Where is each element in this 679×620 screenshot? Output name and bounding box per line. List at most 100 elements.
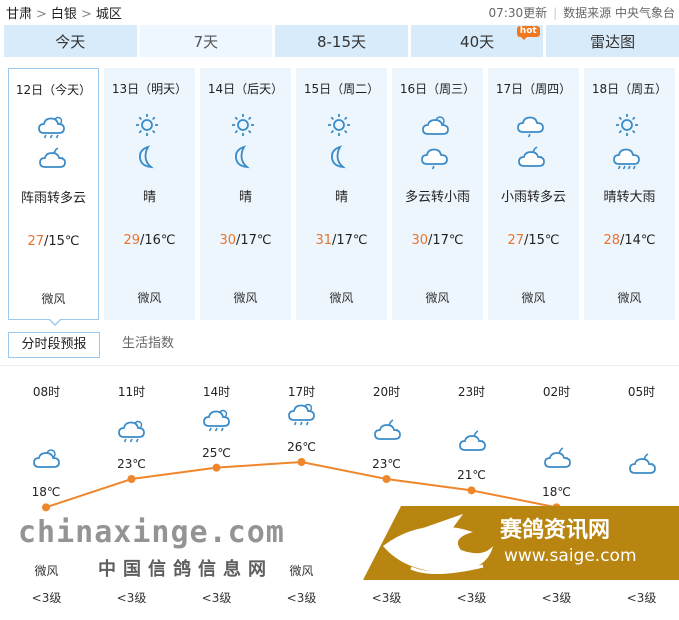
partly-cloudy-night-icon: [542, 445, 572, 471]
day-card[interactable]: 13日（明天） 晴 29/16℃ 微风: [104, 68, 195, 320]
update-meta: 07:30更新 | 数据来源 中央气象台: [489, 4, 675, 21]
day-high-temp: 27: [27, 234, 44, 249]
partly-cloudy-night-icon: [372, 417, 402, 443]
shower-icon: [117, 417, 147, 443]
hour-wind-level: <3级: [626, 591, 657, 605]
day-card[interactable]: 14日（后天） 晴 30/17℃ 微风: [200, 68, 291, 320]
hourly-forecast: 08时 微风 <3级 18℃ 11时 <3级 23℃ 14时 <3级 25℃ 17时 微风 <3级 26℃…: [0, 366, 679, 620]
logo-url: www.saige.com: [504, 546, 637, 566]
hour-temp-label: 21℃: [457, 468, 486, 483]
moon-icon: [132, 144, 162, 170]
day-weather-desc: 晴转大雨: [603, 190, 656, 205]
breadcrumb-district[interactable]: 城区: [96, 7, 122, 22]
moon-icon: [228, 144, 258, 170]
moon-icon: [324, 144, 354, 170]
tab-radar[interactable]: 雷达图: [546, 25, 679, 57]
day-low-temp: /15℃: [44, 234, 80, 249]
day-wind: 微风: [521, 291, 546, 305]
day-temperature: 27/15℃: [9, 234, 98, 249]
hour-wind-level: <3级: [371, 591, 402, 605]
day-temperature: 30/17℃: [392, 233, 483, 248]
day-high-temp: 28: [603, 233, 620, 248]
hour-temp-label: 18℃: [542, 485, 571, 500]
partly-cloudy-night-icon: [37, 145, 67, 171]
breadcrumb-separator: >: [36, 7, 47, 22]
seven-day-forecast: 12日（今天） 阵雨转多云 27/15℃ 微风 13日（明天）晴 29/16℃ 微风 14日（…: [8, 68, 679, 320]
day-wind: 微风: [137, 291, 162, 305]
day-date: 12日（今天）: [15, 83, 92, 97]
day-wind: 微风: [41, 292, 66, 306]
day-weather-desc: 晴: [238, 190, 252, 205]
hour-temp-label: 18℃: [31, 485, 61, 500]
heavy-rain-icon: [612, 144, 642, 170]
hour-temp-label: 26℃: [287, 440, 316, 454]
tab-8-15-days[interactable]: 8-15天: [275, 25, 408, 57]
sunny-icon: [612, 112, 642, 138]
hour-time: 11时: [117, 385, 146, 399]
day-card[interactable]: 16日（周三） 多云转小雨 30/17℃ 微风: [392, 68, 483, 320]
update-time: 07:30更新: [488, 6, 548, 20]
partly-cloudy-night-icon: [516, 144, 546, 170]
data-source: 数据来源 中央气象台: [563, 6, 675, 20]
hour-temp-label: 25℃: [202, 445, 231, 460]
hour-temp-label: 23℃: [372, 457, 401, 471]
today-pointer: [48, 318, 62, 326]
day-wind: 微风: [233, 291, 258, 305]
hour-column: 05时 <3级: [599, 366, 679, 620]
hour-wind-level: <3级: [286, 591, 317, 605]
partly-cloudy-night-icon: [457, 428, 487, 454]
day-temperature: 29/16℃: [104, 233, 195, 248]
tab-life-index[interactable]: 生活指数: [122, 332, 174, 358]
tab-7-days[interactable]: 7天: [139, 25, 273, 57]
hour-wind-level: <3级: [201, 591, 232, 605]
tab-hourly-forecast[interactable]: 分时段预报: [8, 332, 100, 358]
day-card[interactable]: 18日（周五） 晴转大雨 28/14℃ 微风: [584, 68, 675, 320]
day-card[interactable]: 15日（周二） 晴 31/17℃ 微风: [296, 68, 387, 320]
tab-40-days[interactable]: 40天 hot: [410, 25, 544, 57]
day-temperature: 30/17℃: [200, 233, 291, 248]
shower-icon: [287, 400, 317, 426]
day-low-temp: /16℃: [140, 233, 176, 248]
day-high-temp: 30: [219, 233, 236, 248]
sunny-icon: [228, 112, 258, 138]
day-date: 18日（周五）: [591, 82, 668, 96]
day-wind: 微风: [425, 291, 450, 305]
day-temperature: 28/14℃: [584, 233, 675, 248]
breadcrumb-province[interactable]: 甘肃: [6, 7, 32, 22]
tab-today[interactable]: 今天: [4, 25, 137, 57]
shower-icon: [202, 406, 232, 432]
hour-column: 20时 <3级: [344, 366, 429, 620]
day-low-temp: /14℃: [620, 233, 656, 248]
day-weather-desc: 阵雨转多云: [20, 191, 86, 206]
day-card[interactable]: 12日（今天） 阵雨转多云 27/15℃ 微风: [8, 68, 99, 320]
watermark-site-cn: 中国信鸽信息网: [98, 559, 273, 580]
hour-time: 20时: [372, 385, 401, 399]
day-high-temp: 27: [507, 233, 524, 248]
day-low-temp: /17℃: [332, 233, 368, 248]
day-temperature: 27/15℃: [488, 233, 579, 248]
hour-time: 17时: [287, 385, 316, 399]
light-rain-icon: [420, 144, 450, 170]
hour-wind-level: <3级: [456, 591, 487, 605]
breadcrumb-city[interactable]: 白银: [51, 7, 77, 22]
watermark-site: chinaxinge.com: [18, 515, 285, 550]
day-weather-desc: 多云转小雨: [404, 190, 470, 205]
day-card[interactable]: 17日（周四） 小雨转多云 27/15℃ 微风: [488, 68, 579, 320]
day-weather-desc: 晴: [334, 190, 348, 205]
hour-time: 14时: [202, 385, 231, 399]
divider: |: [553, 6, 558, 20]
day-temperature: 31/17℃: [296, 233, 387, 248]
hour-column: 11时 <3级: [89, 366, 174, 620]
day-date: 15日（周二）: [303, 82, 380, 96]
light-rain-icon: [516, 112, 546, 138]
sunny-icon: [132, 112, 162, 138]
hot-badge: hot: [516, 26, 540, 40]
partly-cloudy-icon: [420, 112, 450, 138]
hour-temp-label: 23℃: [117, 457, 146, 471]
day-high-temp: 29: [123, 233, 140, 248]
hour-wind-level: <3级: [541, 591, 572, 605]
day-date: 13日（明天）: [111, 82, 188, 96]
day-wind: 微风: [329, 291, 354, 305]
day-date: 14日（后天）: [207, 82, 284, 96]
day-high-temp: 31: [315, 233, 332, 248]
